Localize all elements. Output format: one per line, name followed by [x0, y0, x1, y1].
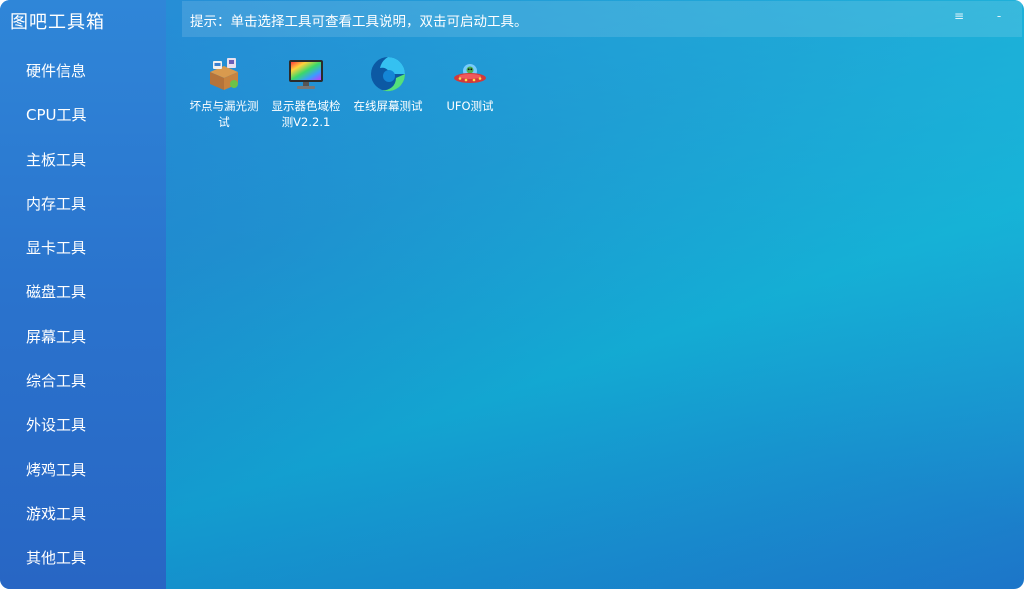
tool-dead-pixel-test[interactable]: 坏点与漏光测试 [182, 54, 266, 130]
ufo-icon [454, 64, 486, 83]
sidebar: 图吧工具箱 硬件信息 CPU工具 主板工具 内存工具 显卡工具 磁盘工具 屏幕工… [0, 0, 166, 589]
sidebar-nav: 硬件信息 CPU工具 主板工具 内存工具 显卡工具 磁盘工具 屏幕工具 综合工具… [0, 49, 166, 581]
tool-label: UFO测试 [446, 99, 494, 113]
sidebar-item-cpu-tools[interactable]: CPU工具 [0, 93, 166, 137]
tool-label: 显示器色域检测V2.2.1 [271, 99, 341, 129]
tool-ufo-test[interactable]: UFO测试 [428, 54, 512, 114]
minimize-button[interactable]: - [989, 9, 1009, 29]
sidebar-item-memory-tools[interactable]: 内存工具 [0, 182, 166, 226]
edge-browser-icon [371, 57, 406, 92]
tool-online-screen-test[interactable]: 在线屏幕测试 [346, 54, 430, 114]
app-window: 图吧工具箱 硬件信息 CPU工具 主板工具 内存工具 显卡工具 磁盘工具 屏幕工… [0, 0, 1024, 589]
app-title: 图吧工具箱 [10, 12, 105, 33]
sidebar-item-general-tools[interactable]: 综合工具 [0, 359, 166, 403]
sidebar-item-other-tools[interactable]: 其他工具 [0, 536, 166, 580]
hint-text: 提示：单击选择工具可查看工具说明，双击可启动工具。 [190, 14, 528, 30]
tool-label: 坏点与漏光测试 [189, 99, 259, 129]
monitor-color-icon [289, 60, 323, 89]
hint-bar: 提示：单击选择工具可查看工具说明，双击可启动工具。 ≡ - [182, 1, 1022, 37]
sidebar-item-motherboard-tools[interactable]: 主板工具 [0, 138, 166, 182]
sidebar-item-disk-tools[interactable]: 磁盘工具 [0, 270, 166, 314]
menu-button[interactable]: ≡ [949, 9, 969, 29]
sidebar-item-gpu-tools[interactable]: 显卡工具 [0, 226, 166, 270]
tool-label: 在线屏幕测试 [353, 99, 423, 113]
sidebar-item-game-tools[interactable]: 游戏工具 [0, 492, 166, 536]
sidebar-item-hardware-info[interactable]: 硬件信息 [0, 49, 166, 93]
sidebar-item-peripheral-tools[interactable]: 外设工具 [0, 403, 166, 447]
box-tools-icon [210, 58, 238, 90]
sidebar-item-screen-tools[interactable]: 屏幕工具 [0, 315, 166, 359]
sidebar-item-stress-tools[interactable]: 烤鸡工具 [0, 448, 166, 492]
tool-monitor-color-gamut[interactable]: 显示器色域检测V2.2.1 [264, 54, 348, 130]
